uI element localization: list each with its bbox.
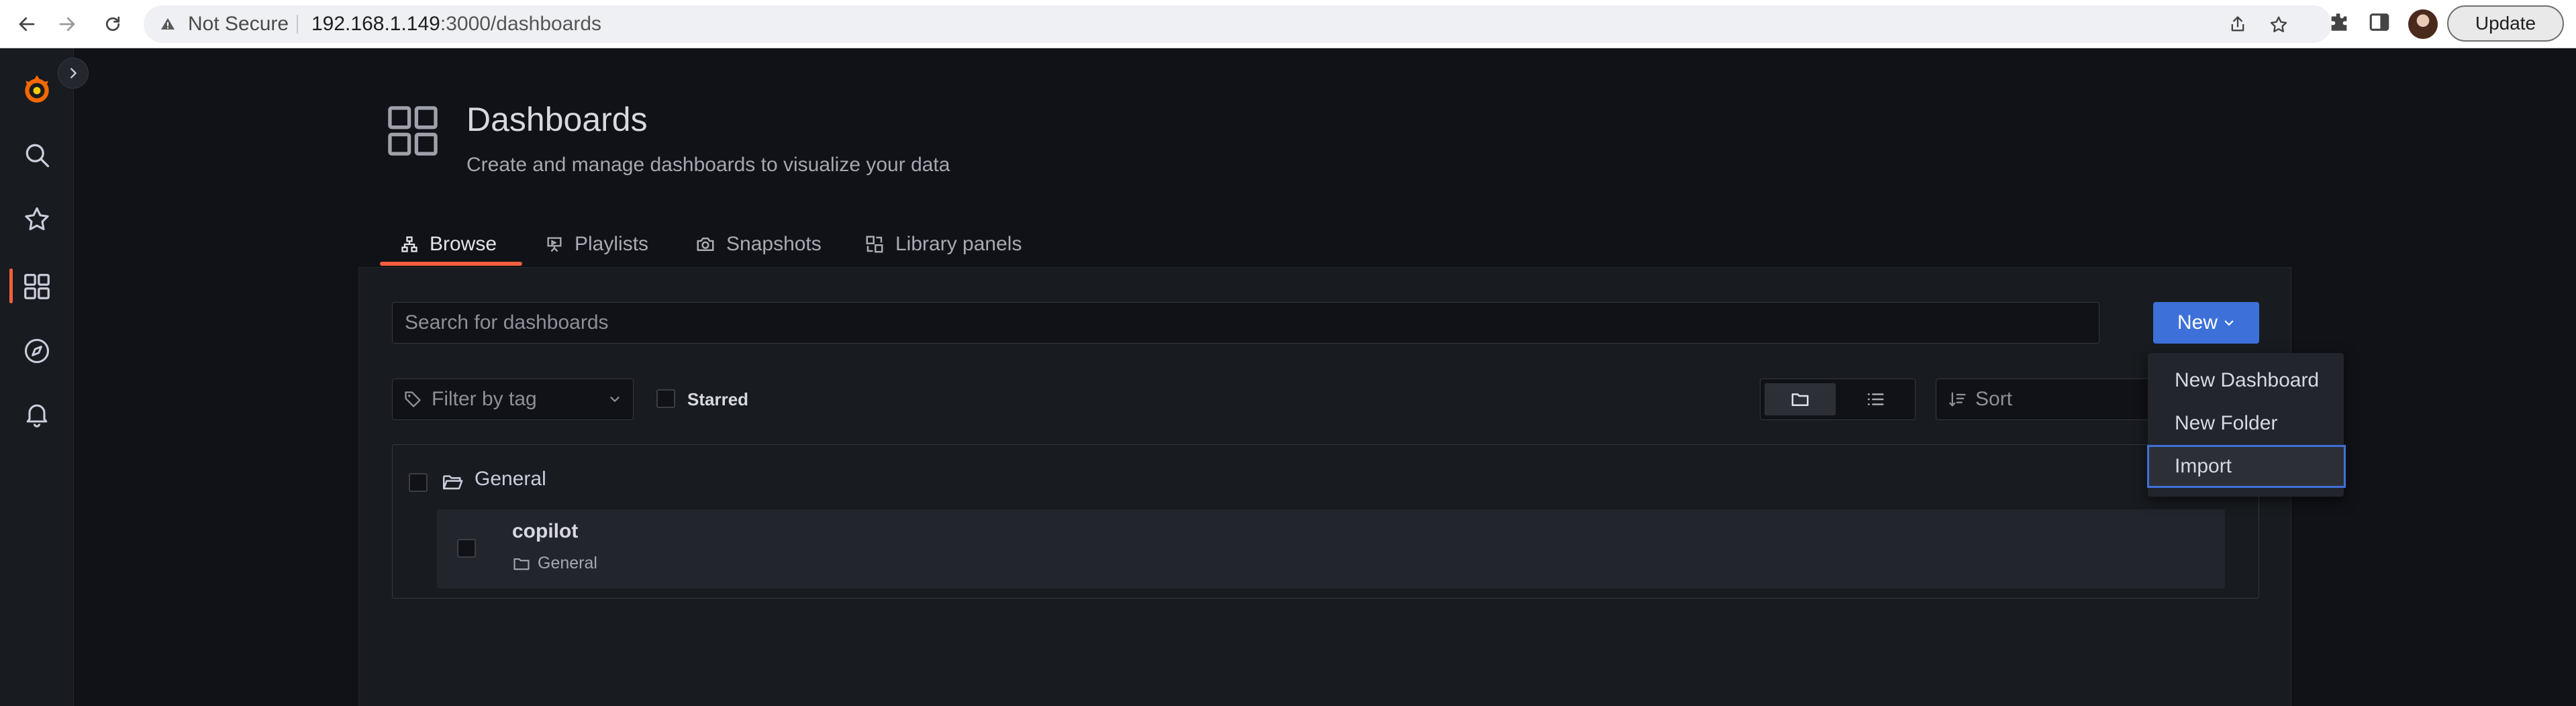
active-indicator	[9, 268, 13, 303]
presentation-icon	[547, 237, 562, 252]
tab-label: Library panels	[895, 233, 1022, 255]
tab-snapshots[interactable]: Snapshots	[695, 228, 822, 260]
tab-label: Browse	[430, 233, 497, 255]
menu-item-new-folder[interactable]: New Folder	[2148, 404, 2344, 443]
extensions-icon[interactable]	[2328, 11, 2350, 37]
profile-avatar[interactable]	[2408, 9, 2438, 39]
tag-filter-select[interactable]: Filter by tag	[392, 379, 634, 420]
library-panels-icon	[866, 236, 883, 253]
tab-library-panels[interactable]: Library panels	[864, 228, 1022, 260]
dashboards-header-icon	[384, 102, 442, 163]
tag-filter-label: Filter by tag	[432, 388, 537, 410]
divider	[297, 15, 298, 34]
dashboard-list: General copilot General	[392, 444, 2259, 599]
search-input[interactable]	[392, 302, 2099, 344]
chevron-right-icon	[70, 68, 77, 79]
tag-icon	[405, 391, 421, 407]
new-button[interactable]: New	[2153, 302, 2259, 344]
view-mode-toggle	[1760, 379, 1916, 420]
page-title: Dashboards	[466, 101, 648, 138]
page-subtitle: Create and manage dashboards to visualiz…	[466, 154, 950, 176]
folder-icon	[1791, 393, 1809, 406]
list-icon	[1867, 393, 1884, 405]
security-label[interactable]: Not Secure	[188, 5, 289, 43]
alerting-bell-icon[interactable]	[17, 395, 56, 434]
new-button-label: New	[2177, 311, 2218, 334]
chevron-down-icon	[2224, 320, 2234, 326]
starred-checkbox[interactable]	[656, 389, 675, 408]
list-item[interactable]: copilot General	[437, 509, 2225, 589]
search-icon[interactable]	[17, 136, 56, 174]
folder-icon	[513, 558, 530, 570]
address-bar[interactable]: Not Secure 192.168.1.149:3000/dashboards	[144, 5, 2332, 43]
url-host: 192.168.1.149	[311, 13, 440, 35]
dashboard-folder-name: General	[538, 554, 597, 572]
share-icon[interactable]	[2228, 15, 2247, 37]
sitemap-icon	[401, 236, 417, 252]
folder-open-icon	[441, 470, 464, 497]
url-path: :3000/dashboards	[440, 13, 602, 35]
sort-icon	[1949, 392, 1966, 407]
menu-item-new-dashboard[interactable]: New Dashboard	[2148, 361, 2344, 400]
forward-icon[interactable]	[52, 9, 82, 39]
dashboard-title[interactable]: copilot	[512, 520, 578, 543]
star-icon[interactable]	[2269, 15, 2289, 38]
folder-checkbox[interactable]	[409, 473, 428, 492]
tab-browse[interactable]: Browse	[400, 228, 497, 260]
folder-view-button[interactable]	[1765, 383, 1836, 415]
grafana-logo-icon[interactable]	[17, 70, 56, 109]
starred-icon[interactable]	[17, 200, 56, 239]
dashboard-folder: General	[512, 554, 597, 573]
list-view-button[interactable]	[1840, 383, 1911, 415]
sort-select[interactable]: Sort	[1936, 379, 2157, 420]
chevron-down-icon	[610, 397, 620, 402]
camera-icon	[697, 238, 714, 251]
new-dropdown-menu: New Dashboard New Folder Import	[2147, 353, 2346, 497]
warning-icon	[160, 16, 176, 36]
browser-toolbar: Not Secure 192.168.1.149:3000/dashboards…	[0, 0, 2576, 48]
reload-icon[interactable]	[98, 9, 128, 39]
sidebar-expand-button[interactable]	[58, 58, 89, 89]
tab-label: Playlists	[575, 233, 649, 255]
tab-playlists[interactable]: Playlists	[545, 228, 648, 260]
explore-icon[interactable]	[17, 332, 56, 370]
sidepanel-icon[interactable]	[2368, 11, 2391, 37]
dashboards-icon[interactable]	[17, 267, 56, 306]
dashboard-checkbox[interactable]	[457, 539, 476, 558]
tab-label: Snapshots	[726, 233, 822, 255]
sort-label: Sort	[1975, 388, 2013, 410]
folder-name: General	[475, 468, 546, 490]
starred-label: Starred	[687, 389, 749, 409]
update-button[interactable]: Update	[2447, 5, 2564, 42]
back-icon[interactable]	[12, 9, 42, 39]
folder-row[interactable]: General	[393, 461, 2259, 501]
sidebar	[0, 48, 74, 706]
menu-item-import[interactable]: Import	[2147, 445, 2346, 488]
url-text[interactable]: 192.168.1.149:3000/dashboards	[311, 5, 601, 43]
active-tab-underline	[380, 262, 522, 266]
